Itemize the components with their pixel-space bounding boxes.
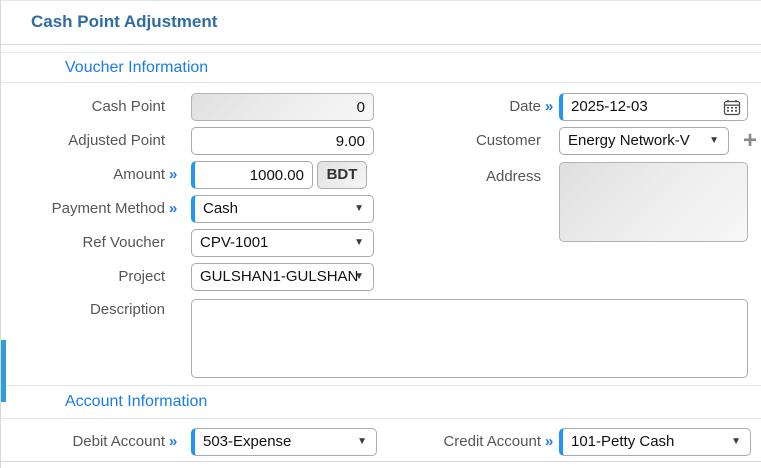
payment-method-label: Payment Method [51,200,165,217]
date-input[interactable]: 2025-12-03 [559,93,748,121]
customer-value: Energy Network-V [568,132,690,149]
payment-method-select[interactable]: Cash ▼ [191,195,374,223]
date-value: 2025-12-03 [571,98,648,115]
description-textarea[interactable] [191,299,748,378]
amount-input[interactable] [191,161,313,189]
adjusted-point-label: Adjusted Point [68,132,165,149]
chevron-down-icon: ▼ [731,436,741,447]
ref-voucher-select[interactable]: CPV-1001 ▼ [191,229,374,257]
header-divider [1,44,761,53]
left-accent-strip [1,340,6,402]
project-label: Project [118,268,165,285]
project-value: GULSHAN1-GULSHAN [200,268,359,285]
credit-account-value: 101-Petty Cash [571,433,675,450]
customer-select[interactable]: Energy Network-V ▼ [559,127,729,155]
chevron-down-icon: ▼ [354,203,364,214]
required-marker-icon: » [169,166,178,183]
debit-account-label: Debit Account [72,433,165,450]
amount-label: Amount [113,166,165,183]
address-textarea [559,162,748,242]
page-title: Cash Point Adjustment [31,12,218,31]
project-select[interactable]: GULSHAN1-GULSHAN ▼ [191,263,374,291]
required-marker-icon: » [169,200,178,217]
address-label: Address [485,168,541,185]
calendar-icon[interactable] [723,99,741,116]
ref-voucher-value: CPV-1001 [200,234,269,251]
voucher-section-header: Voucher Information [1,53,761,83]
description-label: Description [89,301,165,318]
voucher-section-title: Voucher Information [65,58,209,76]
chevron-down-icon: ▼ [709,135,719,146]
chevron-down-icon: ▼ [354,271,364,282]
chevron-down-icon: ▼ [354,237,364,248]
credit-account-label: Credit Account [443,433,541,450]
bottom-divider [1,461,761,462]
account-section-title: Account Information [65,393,208,410]
payment-method-value: Cash [203,200,239,217]
page-header: Cash Point Adjustment [1,0,761,45]
add-customer-button[interactable]: + [739,127,761,155]
ref-voucher-label: Ref Voucher [82,234,165,251]
cash-point-adjustment-form: Cash Point Adjustment Voucher Informatio… [0,0,761,468]
date-label: Date [509,98,541,115]
customer-label: Customer [475,132,541,149]
required-marker-icon: » [169,433,178,450]
account-section-header: Account Information [1,385,761,419]
credit-account-select[interactable]: 101-Petty Cash ▼ [559,428,751,456]
cash-point-label: Cash Point [91,98,165,115]
